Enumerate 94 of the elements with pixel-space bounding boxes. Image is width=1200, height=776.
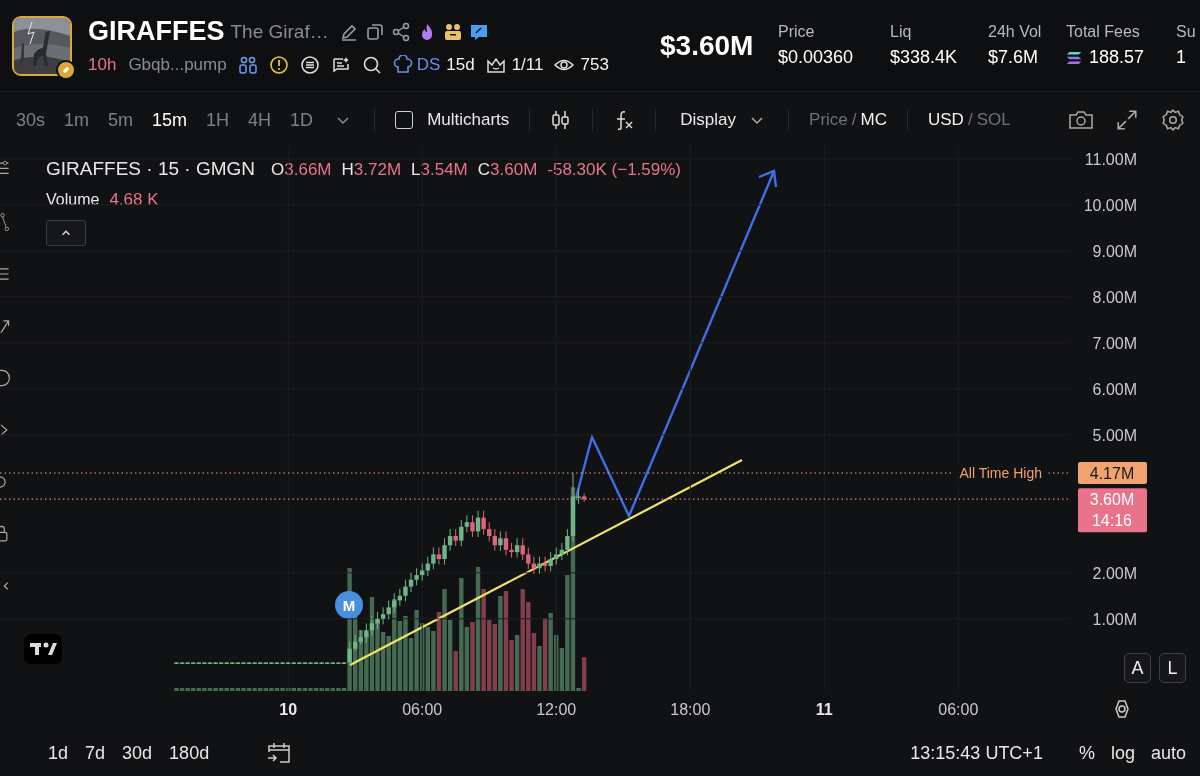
axis-label: 10 [279, 701, 298, 718]
stat-value: $0.00360 [778, 47, 854, 68]
interval-tab[interactable]: 1m [64, 109, 90, 131]
multicharts-label[interactable]: Multicharts [427, 110, 510, 130]
price-tag: 4.17M [1078, 462, 1147, 484]
calendar-icon[interactable] [266, 740, 293, 766]
stat-value: $7.6M [988, 47, 1039, 68]
settings-icon[interactable] [1115, 700, 1129, 718]
range-button[interactable]: 180d [169, 742, 210, 764]
crown-icon[interactable] [485, 55, 506, 75]
volume-label: Volume [46, 191, 100, 209]
ds-label: DS [416, 55, 441, 75]
interval-tab[interactable]: 15m [152, 109, 188, 131]
scale-option[interactable]: auto [1134, 742, 1186, 764]
stat-value: 1 [1176, 47, 1186, 68]
stat-label: Total Fees [1066, 23, 1141, 41]
ohlc-key: C [477, 160, 491, 179]
people-icon[interactable] [237, 55, 258, 75]
logo-icon[interactable] [24, 634, 62, 664]
scale-option[interactable]: % [1062, 742, 1095, 764]
axis-label: 2.00M [1092, 564, 1137, 582]
stat-value: 188.57 [1089, 47, 1145, 68]
token-age: 10h [88, 55, 117, 75]
ohlc-value: 3.54M [420, 160, 468, 179]
scale-button[interactable]: L [1159, 653, 1186, 683]
token-symbol: GIRAFFES [88, 16, 225, 47]
axis-label: 7.00M [1092, 334, 1137, 352]
coin-icon [1066, 50, 1083, 65]
range-button[interactable]: 7d [85, 742, 106, 764]
axis-label: 12:00 [536, 701, 577, 718]
ref-line-label: All Time High [959, 465, 1042, 481]
separator: / [851, 110, 857, 130]
interval-tab[interactable]: 5m [108, 109, 134, 131]
interval-tab[interactable]: 4H [248, 109, 272, 131]
interval-tab[interactable]: 1H [206, 109, 230, 131]
ohlc-value: 3.72M [353, 160, 402, 179]
range-button[interactable]: 30d [122, 742, 153, 764]
copy-icon[interactable] [364, 21, 385, 42]
volume-value: 4.68 K [109, 190, 159, 210]
nodes-icon[interactable] [0, 210, 12, 234]
currency-toggle[interactable]: SOL [976, 110, 1011, 130]
display-dropdown[interactable]: Display [676, 110, 769, 130]
currency-toggle[interactable]: USD [928, 110, 964, 130]
view-count: 753 [580, 55, 609, 75]
price-mode-toggle[interactable]: MC [860, 110, 887, 130]
ohlc-value: 3.66M [284, 160, 332, 179]
range-button[interactable]: 1d [48, 742, 69, 764]
token-name: The Giraf… [230, 20, 329, 43]
ohlc-key: O [271, 160, 285, 179]
chef-hat-icon[interactable] [392, 55, 413, 75]
multicharts-checkbox[interactable] [395, 111, 414, 129]
list-circle-icon[interactable] [299, 55, 320, 75]
rank-count: 1/11 [511, 55, 544, 75]
warning-icon[interactable] [268, 55, 289, 75]
market-cap: $3.60M [660, 29, 755, 62]
stat-value: $338.4K [890, 47, 958, 68]
axis-label: 18:00 [670, 701, 711, 718]
ds-age: 15d [446, 55, 475, 75]
price-tag: 3.60M 14:16 [1078, 488, 1147, 533]
clock: 13:15:43 UTC+1 [910, 742, 1043, 764]
axis-label: 06:00 [402, 701, 443, 718]
stat-label: 24h Vol [988, 23, 1043, 41]
ohlc-key: L [411, 160, 421, 179]
search-icon[interactable] [361, 55, 382, 75]
price-mode-toggle[interactable]: Price [809, 110, 848, 130]
axis-label: 11 [815, 701, 833, 718]
axis-label: 6.00M [1092, 380, 1137, 398]
ohlc-key: H [341, 160, 354, 179]
stat-label: Liq [890, 23, 913, 41]
settings-icon[interactable] [1160, 108, 1186, 132]
share-icon[interactable] [390, 21, 411, 42]
people-icon[interactable] [442, 21, 463, 42]
axis-label: 9.00M [1092, 242, 1137, 260]
scale-button[interactable]: A [1124, 653, 1151, 683]
axis-label: 11.00M [1084, 150, 1137, 168]
interval-tab[interactable]: 1D [290, 109, 314, 131]
stat-label: Price [778, 23, 816, 41]
token-address[interactable]: Gbqb...pump [128, 55, 227, 75]
axis-label: 5.00M [1092, 426, 1137, 444]
scale-option[interactable]: log [1094, 742, 1135, 764]
axis-label: 06:00 [938, 701, 979, 718]
axis-label: 10.00M [1083, 196, 1137, 214]
camera-icon[interactable] [1068, 108, 1094, 132]
axis-label: 1.00M [1092, 610, 1137, 628]
axis-label: 8.00M [1092, 288, 1137, 306]
interval-tab[interactable]: 30s [16, 109, 46, 131]
note-icon[interactable] [330, 55, 351, 75]
separator: / [967, 110, 973, 130]
ohlc-value: 3.60M [490, 160, 538, 179]
price-change: -58.30K (−1.59%) [547, 160, 681, 180]
expand-icon[interactable] [1114, 108, 1140, 132]
chart-title: GIRAFFES · 15 · GMGN [46, 158, 256, 180]
price-line-label: All Time High [954, 464, 1046, 482]
stat-label: Su [1176, 23, 1196, 41]
